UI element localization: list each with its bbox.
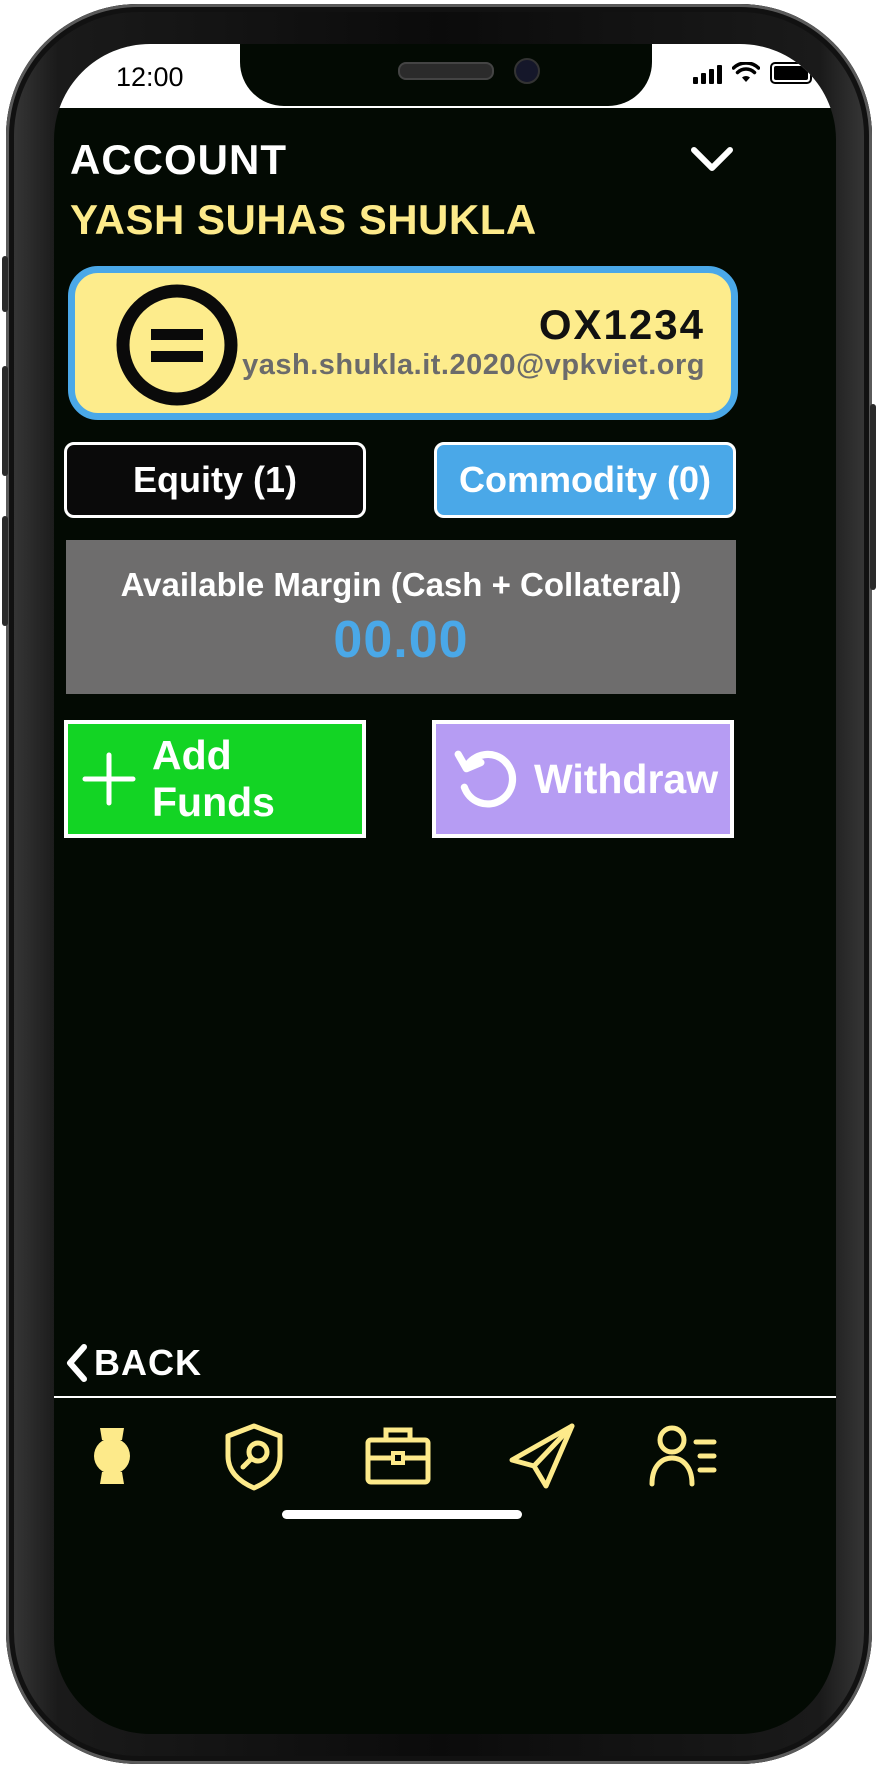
mute-switch — [2, 256, 8, 312]
nav-shield-search-icon[interactable] — [218, 1420, 290, 1492]
nav-briefcase-icon[interactable] — [362, 1420, 434, 1492]
nav-send-icon[interactable] — [506, 1420, 578, 1492]
margin-value: 00.00 — [333, 611, 469, 669]
tab-equity[interactable]: Equity (1) — [64, 442, 366, 518]
page-title: ACCOUNT — [70, 136, 287, 183]
wifi-icon — [732, 62, 760, 82]
chevron-left-icon — [67, 1344, 87, 1382]
nav-divider — [54, 1396, 836, 1398]
undo-arrow-icon — [454, 750, 517, 808]
tab-commodity[interactable]: Commodity (0) — [434, 442, 736, 518]
speaker-grille — [398, 62, 494, 80]
nav-watch-icon[interactable] — [76, 1420, 148, 1492]
user-email: yash.shukla.it.2020@vpkviet.org — [242, 349, 705, 381]
front-camera — [514, 58, 540, 84]
power-button — [870, 404, 876, 590]
home-indicator[interactable] — [282, 1510, 522, 1519]
user-name: YASH SUHAS SHUKLA — [70, 196, 537, 243]
client-id: OX1234 — [538, 301, 705, 348]
battery-icon — [770, 62, 816, 84]
status-bar: 12:00 — [54, 44, 836, 108]
withdraw-label: Withdraw — [534, 755, 719, 802]
cellular-signal-icon — [693, 64, 722, 84]
profile-card: OX1234 yash.shukla.it.2020@vpkviet.org — [68, 266, 738, 420]
back-label: BACK — [94, 1342, 202, 1383]
margin-label: Available Margin (Cash + Collateral) — [120, 566, 682, 603]
plus-icon — [82, 752, 136, 806]
notch — [240, 44, 652, 106]
volume-down-button — [2, 516, 8, 626]
nav-user-list-icon[interactable] — [648, 1420, 720, 1492]
screen: 12:00 ACCOUNT YASH SUHAS SHUKLA OX1234 y… — [54, 44, 836, 1734]
back-button[interactable]: BACK — [64, 1342, 202, 1384]
withdraw-button[interactable]: Withdraw — [432, 720, 734, 838]
status-icons — [693, 62, 816, 84]
add-funds-button[interactable]: Add Funds — [64, 720, 366, 838]
margin-panel: Available Margin (Cash + Collateral) 00.… — [66, 540, 736, 694]
volume-up-button — [2, 366, 8, 476]
chevron-down-icon[interactable] — [690, 144, 734, 174]
equal-circle-icon — [116, 284, 238, 406]
phone-frame: 12:00 ACCOUNT YASH SUHAS SHUKLA OX1234 y… — [2, 4, 876, 1764]
status-time: 12:00 — [116, 62, 184, 92]
add-funds-label: Add Funds — [152, 732, 275, 825]
